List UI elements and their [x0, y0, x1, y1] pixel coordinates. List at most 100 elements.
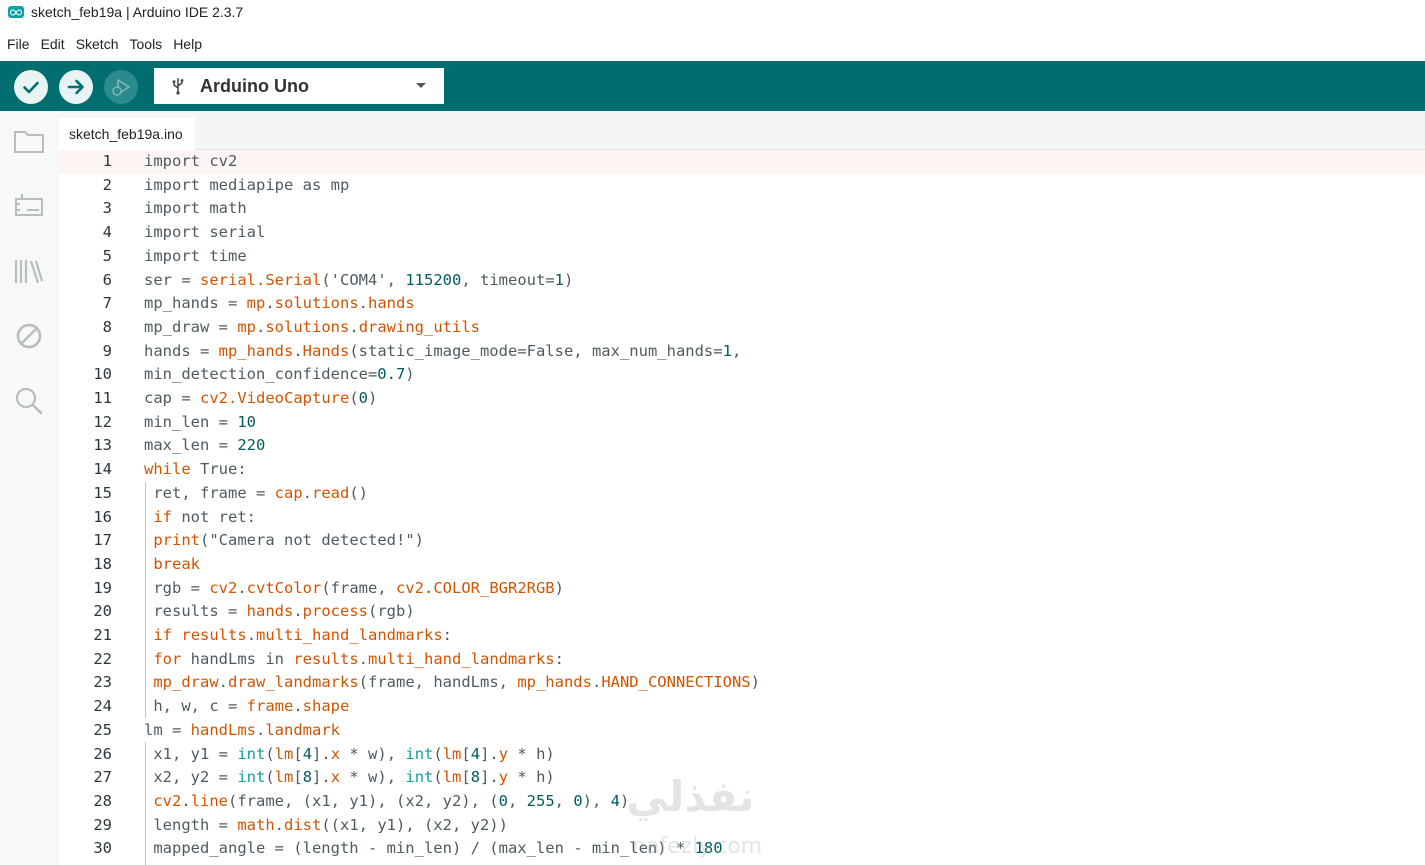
- code-line[interactable]: 11 cap = cv2.VideoCapture(0): [59, 387, 1425, 411]
- code-line[interactable]: 26 x1, y1 = int(lm[4].x * w), int(lm[4].…: [59, 743, 1425, 767]
- code-line[interactable]: 9 hands = mp_hands.Hands(static_image_mod…: [59, 340, 1425, 364]
- code-token: solutions: [274, 294, 359, 313]
- code-token: cv2.VideoCapture: [200, 389, 350, 407]
- code-token: (frame,: [321, 578, 396, 597]
- code-line[interactable]: 13 max_len = 220: [59, 434, 1425, 458]
- upload-button[interactable]: [59, 70, 93, 104]
- code-token: 180: [694, 839, 723, 858]
- code-token: lm: [442, 744, 462, 763]
- code-token: results: [293, 649, 359, 668]
- code-token: int: [237, 744, 266, 763]
- code-token: 1: [722, 341, 732, 360]
- code-token: (static_image_mode=False, max_num_hands=: [349, 341, 723, 360]
- code-line[interactable]: 29 length = math.dist((x1, y1), (x2, y2)…: [59, 814, 1425, 838]
- code-line[interactable]: 24 h, w, c = frame.shape: [59, 695, 1425, 719]
- code-token: draw_landmarks: [228, 673, 359, 692]
- code-token: if: [153, 507, 173, 526]
- code-token: multi_hand_landmarks: [256, 626, 443, 644]
- code-token: :: [442, 626, 453, 644]
- menu-tools[interactable]: Tools: [130, 36, 163, 52]
- line-number: 15: [93, 483, 112, 502]
- debug-button[interactable]: [104, 70, 138, 104]
- search-icon[interactable]: [12, 384, 46, 418]
- code-line[interactable]: 7 mp_hands = mp.solutions.hands: [59, 292, 1425, 316]
- code-line[interactable]: 15 ret, frame = cap.read(): [59, 482, 1425, 506]
- code-line[interactable]: 23 mp_draw.draw_landmarks(frame, handLms…: [59, 671, 1425, 695]
- code-token: .: [349, 317, 359, 336]
- library-icon[interactable]: [12, 254, 46, 288]
- code-text: hands = mp_hands.Hands(static_image_mode…: [144, 340, 741, 364]
- code-token: ].: [312, 768, 331, 787]
- board-selector[interactable]: Arduino Uno: [154, 68, 444, 104]
- code-text: for handLms in results.multi_hand_landma…: [144, 648, 564, 672]
- code-line[interactable]: 5 import time: [59, 245, 1425, 269]
- code-token: Hands: [302, 341, 350, 360]
- line-number: 1: [102, 152, 112, 170]
- code-token: 8: [302, 768, 313, 787]
- line-number: 21: [93, 626, 112, 644]
- code-token: (: [349, 389, 359, 407]
- code-text: min_len = 10: [144, 411, 256, 435]
- code-token: math: [237, 815, 275, 834]
- code-line[interactable]: 28 cv2.line(frame, (x1, y1), (x2, y2), (…: [59, 790, 1425, 814]
- code-text: max_len = 220: [144, 434, 265, 458]
- menu-file[interactable]: File: [7, 36, 30, 52]
- code-line[interactable]: 2 import mediapipe as mp: [59, 174, 1425, 198]
- code-line[interactable]: 6 ser = serial.Serial('COM4', 115200, tim…: [59, 269, 1425, 293]
- code-token: (frame, handLms,: [358, 673, 518, 692]
- code-line[interactable]: 27 x2, y2 = int(lm[8].x * w), int(lm[8].…: [59, 766, 1425, 790]
- line-number: 13: [93, 436, 112, 455]
- code-line[interactable]: 21 if results.multi_hand_landmarks:: [59, 624, 1425, 648]
- code-token: ].: [480, 768, 499, 787]
- line-number: 14: [93, 460, 112, 479]
- code-token: import cv2: [144, 152, 238, 170]
- code-line[interactable]: 4 import serial: [59, 221, 1425, 245]
- code-line[interactable]: 8 mp_draw = mp.solutions.drawing_utils: [59, 316, 1425, 340]
- code-token: (rgb): [368, 602, 415, 621]
- code-token: int: [237, 768, 266, 787]
- menu-help[interactable]: Help: [173, 36, 202, 52]
- code-line[interactable]: 30 mapped_angle = (length - min_len) / (…: [59, 837, 1425, 861]
- code-token: 1: [554, 270, 564, 289]
- code-line[interactable]: 18 break: [59, 553, 1425, 577]
- code-token: [: [293, 768, 303, 787]
- arduino-logo-icon: [8, 6, 24, 18]
- line-number: 9: [102, 341, 112, 360]
- code-line[interactable]: 20 results = hands.process(rgb): [59, 600, 1425, 624]
- code-line[interactable]: 22 for handLms in results.multi_hand_lan…: [59, 648, 1425, 672]
- code-line[interactable]: 3 import math: [59, 197, 1425, 221]
- code-token: process: [302, 602, 368, 621]
- code-line[interactable]: 1 import cv2: [59, 150, 1425, 174]
- code-text: results = hands.process(rgb): [144, 600, 415, 624]
- line-number: 17: [93, 531, 112, 550]
- line-number: 20: [93, 602, 112, 621]
- code-line[interactable]: 19 rgb = cv2.cvtColor(frame, cv2.COLOR_B…: [59, 577, 1425, 601]
- usb-icon: [172, 78, 184, 95]
- code-token: (: [433, 744, 443, 763]
- title-bar: sketch_feb19a | Arduino IDE 2.3.7: [0, 0, 1425, 24]
- code-line[interactable]: 12 min_len = 10: [59, 411, 1425, 435]
- code-line[interactable]: 10 min_detection_confidence=0.7): [59, 363, 1425, 387]
- menu-sketch[interactable]: Sketch: [76, 36, 119, 52]
- code-editor[interactable]: 1 import cv2 2 import mediapipe as mp 3 impor…: [59, 150, 1425, 865]
- code-text: ser = serial.Serial('COM4', 115200, time…: [144, 269, 573, 293]
- code-line[interactable]: 14 while True:: [59, 458, 1425, 482]
- code-token: mapped_angle = (length - min_len) / (max…: [144, 839, 695, 858]
- verify-button[interactable]: [14, 70, 48, 104]
- line-number: 2: [102, 175, 112, 194]
- code-line[interactable]: 17 print("Camera not detected!"): [59, 529, 1425, 553]
- no-entry-icon[interactable]: [12, 319, 46, 353]
- code-line[interactable]: 16 if not ret:: [59, 506, 1425, 530]
- tab-sketch-file[interactable]: sketch_feb19a.ino: [59, 118, 195, 150]
- code-token: lm =: [144, 720, 191, 739]
- line-number: 5: [102, 246, 112, 265]
- code-token: * h): [508, 768, 555, 787]
- menu-edit[interactable]: Edit: [41, 36, 65, 52]
- board-icon[interactable]: [12, 189, 46, 223]
- code-line[interactable]: 25 lm = handLms.landmark: [59, 719, 1425, 743]
- code-token: print: [153, 531, 201, 550]
- code-text: rgb = cv2.cvtColor(frame, cv2.COLOR_BGR2…: [144, 577, 564, 601]
- folder-icon[interactable]: [12, 124, 46, 158]
- code-token: int: [405, 744, 434, 763]
- code-token: cap =: [144, 389, 200, 407]
